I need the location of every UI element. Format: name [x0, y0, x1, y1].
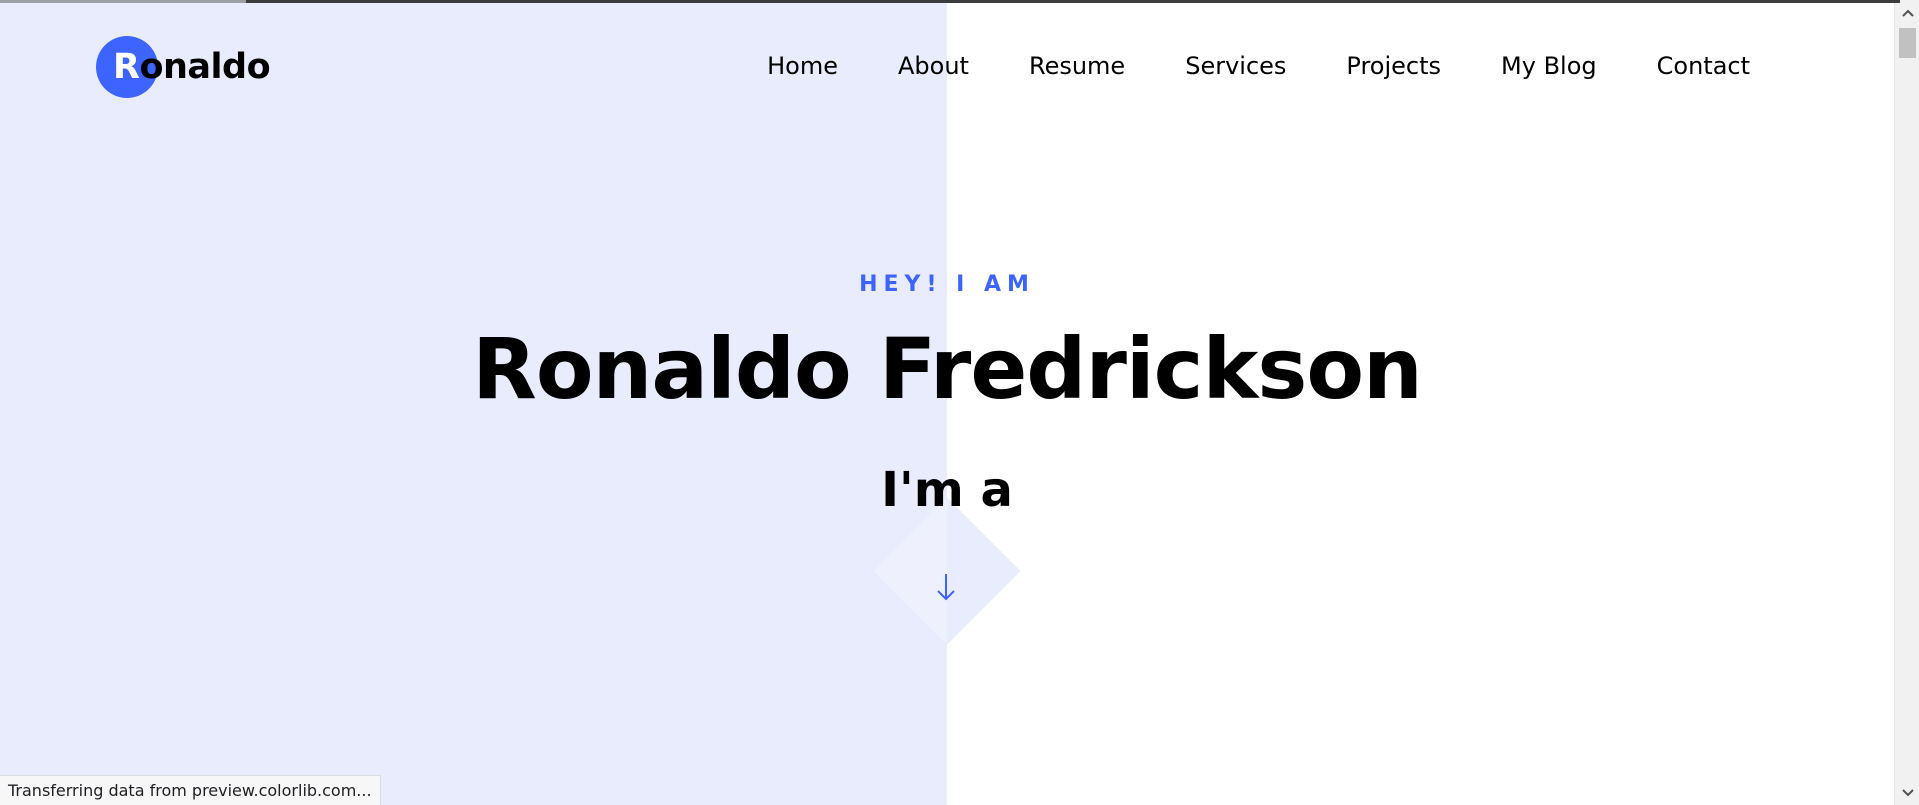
- browser-top-border-segment: [0, 0, 246, 3]
- nav-item-contact[interactable]: Contact: [1627, 48, 1750, 84]
- scroll-down-diamond: [873, 497, 1021, 645]
- scroll-up-arrow-icon[interactable]: [1895, 0, 1919, 25]
- hero-subtitle: HEY! I AM: [859, 272, 1035, 297]
- scrollbar-thumb[interactable]: [1899, 28, 1916, 58]
- nav-item-projects[interactable]: Projects: [1316, 48, 1471, 84]
- logo-text: Ronaldo: [96, 47, 271, 87]
- browser-top-border: [0, 0, 1900, 3]
- nav-item-services[interactable]: Services: [1155, 48, 1316, 84]
- hero-role: I'm a: [881, 462, 1013, 518]
- main-nav: Home About Resume Services Projects My B…: [737, 48, 1750, 84]
- scroll-down-arrow-icon[interactable]: [1895, 780, 1919, 805]
- nav-item-about[interactable]: About: [868, 48, 999, 84]
- vertical-scrollbar[interactable]: [1894, 0, 1919, 805]
- hero-name: Ronaldo Fredrickson: [472, 320, 1423, 418]
- diamond-shape-right-half: [947, 498, 1020, 644]
- nav-item-home[interactable]: Home: [737, 48, 868, 84]
- nav-item-my-blog[interactable]: My Blog: [1471, 48, 1627, 84]
- arrow-down-icon[interactable]: [936, 572, 956, 602]
- browser-status-bar: Transferring data from preview.colorlib.…: [0, 775, 381, 805]
- nav-item-resume[interactable]: Resume: [999, 48, 1155, 84]
- logo-first-letter: R: [113, 47, 140, 87]
- site-logo[interactable]: Ronaldo: [96, 36, 271, 98]
- logo-rest: onaldo: [139, 47, 271, 87]
